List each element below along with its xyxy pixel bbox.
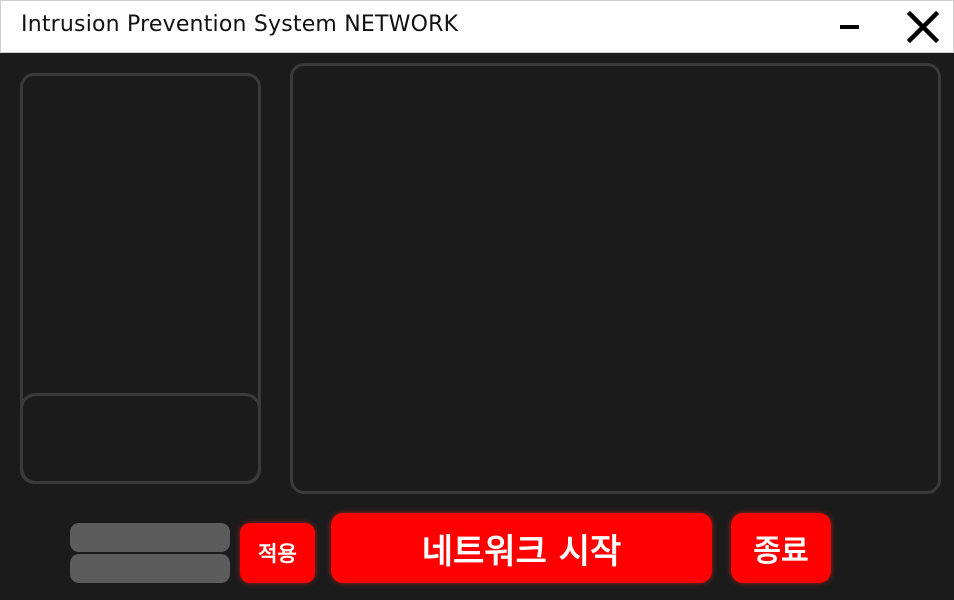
setting-input-1[interactable] [70,523,230,552]
close-icon [906,10,940,44]
minimize-icon [840,25,859,29]
left-bottom-panel [20,393,261,484]
title-bar: Intrusion Prevention System NETWORK [0,0,954,53]
start-network-button[interactable]: 네트워크 시작 [331,513,712,583]
minimize-button[interactable] [833,9,867,43]
main-display-panel [290,63,941,494]
app-window: Intrusion Prevention System NETWORK 적용 네… [0,0,954,600]
apply-button[interactable]: 적용 [240,523,315,583]
window-title: Intrusion Prevention System NETWORK [21,12,459,37]
close-button[interactable] [904,9,942,47]
exit-button[interactable]: 종료 [731,513,831,583]
setting-input-2[interactable] [70,554,230,583]
